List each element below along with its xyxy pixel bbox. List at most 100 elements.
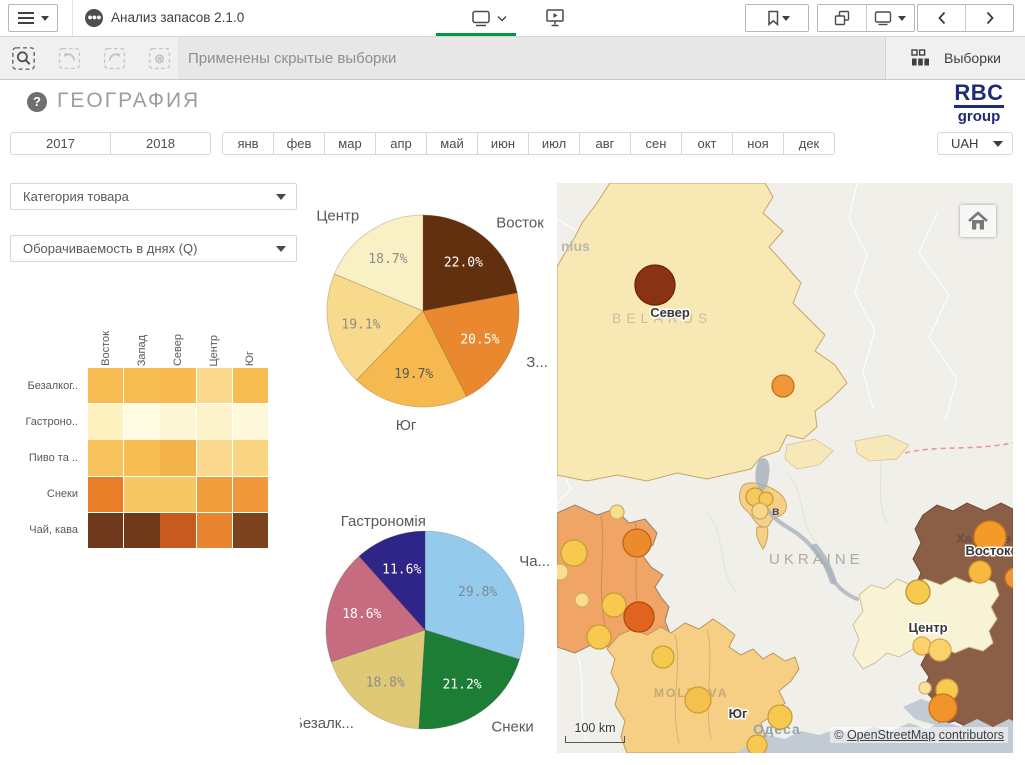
clear-selections-button[interactable]: [147, 46, 172, 71]
heatmap-cell[interactable]: [88, 440, 123, 475]
category-filter-dropdown[interactable]: Категория товара: [10, 183, 297, 210]
heatmap-cell[interactable]: [197, 477, 232, 512]
heatmap-cell[interactable]: [160, 513, 195, 548]
heatmap-cell[interactable]: [233, 368, 268, 403]
heatmap-row-label[interactable]: Снеки: [0, 476, 84, 512]
measure-filter-dropdown[interactable]: Оборачиваемость в днях (Q): [10, 235, 297, 262]
map-data-bubble[interactable]: [685, 687, 711, 713]
month-button-авг[interactable]: авг: [580, 133, 631, 154]
heatmap-row-label[interactable]: Чай, кава: [0, 512, 84, 548]
pie-percent-label: 19.7%: [394, 367, 433, 382]
map-data-bubble[interactable]: [561, 540, 587, 566]
sheet-view-button[interactable]: [464, 6, 514, 30]
heatmap-cell[interactable]: [124, 368, 159, 403]
sheet-list-button[interactable]: [867, 5, 915, 31]
heatmap-column-label[interactable]: Юг: [232, 318, 268, 366]
heatmap-cell[interactable]: [88, 404, 123, 439]
heatmap-cell[interactable]: [233, 440, 268, 475]
heatmap-row-label[interactable]: Гастроно..: [0, 404, 84, 440]
year-button-2018[interactable]: 2018: [111, 133, 210, 154]
month-button-июн[interactable]: июн: [478, 133, 529, 154]
heatmap-column-label[interactable]: Центр: [196, 318, 232, 366]
month-button-ноя[interactable]: ноя: [733, 133, 784, 154]
chevron-down-icon: [276, 246, 286, 252]
map-home-button[interactable]: [960, 205, 996, 237]
month-button-апр[interactable]: апр: [376, 133, 427, 154]
next-sheet-button[interactable]: [966, 5, 1013, 31]
heatmap-cell[interactable]: [88, 513, 123, 548]
map-data-bubble[interactable]: [587, 625, 611, 649]
regions-pie-chart[interactable]: 22.0%Восток20.5%З...19.7%Юг19.1%18.7%Цен…: [300, 198, 556, 434]
heatmap-cell[interactable]: [124, 477, 159, 512]
bookmarks-button[interactable]: [745, 4, 809, 32]
map-data-bubble[interactable]: [635, 265, 675, 305]
categories-pie-chart[interactable]: 29.8%Ча...21.2%Снеки18.8%Безалк...18.6%1…: [300, 508, 556, 754]
sheet-navigation-group: [917, 4, 1014, 32]
month-button-дек[interactable]: дек: [784, 133, 834, 154]
month-button-май[interactable]: май: [427, 133, 478, 154]
heatmap-cell[interactable]: [160, 368, 195, 403]
map-data-bubble[interactable]: [557, 564, 568, 580]
heatmap-cell[interactable]: [160, 440, 195, 475]
map-chart[interactable]: niusBELARUSUKRAINEMOLDOVAОдесаХавв Север…: [557, 183, 1013, 753]
global-menu-button[interactable]: [8, 4, 58, 32]
heatmap-column-label[interactable]: Север: [160, 318, 196, 366]
map-region-north[interactable]: [557, 183, 847, 481]
presentation-mode-button[interactable]: [544, 7, 566, 29]
heatmap-cell[interactable]: [233, 477, 268, 512]
osm-link[interactable]: OpenStreetMap: [847, 728, 935, 742]
map-data-bubble[interactable]: [575, 593, 589, 607]
map-data-bubble[interactable]: [602, 593, 626, 617]
map-data-bubble[interactable]: [747, 735, 767, 753]
heatmap-row-label[interactable]: Пиво та ..: [0, 440, 84, 476]
previous-sheet-button[interactable]: [918, 5, 965, 31]
heatmap-cell[interactable]: [197, 440, 232, 475]
heatmap-cell[interactable]: [124, 404, 159, 439]
map-region-west[interactable]: [557, 505, 669, 653]
smart-search-button[interactable]: [10, 45, 37, 72]
month-button-июл[interactable]: июл: [529, 133, 580, 154]
map-data-bubble[interactable]: [913, 637, 931, 655]
heatmap-cell[interactable]: [88, 477, 123, 512]
map-data-bubble[interactable]: [768, 705, 792, 729]
map-data-bubble[interactable]: [610, 505, 624, 519]
month-button-янв[interactable]: янв: [223, 133, 274, 154]
map-data-bubble[interactable]: [929, 694, 957, 722]
map-data-bubble[interactable]: [752, 503, 768, 519]
map-data-bubble[interactable]: [652, 646, 674, 668]
currency-select[interactable]: UAH: [937, 132, 1013, 155]
month-button-фев[interactable]: фев: [274, 133, 325, 154]
heatmap-cell[interactable]: [160, 477, 195, 512]
heatmap-column-label[interactable]: Запад: [124, 318, 160, 366]
heatmap-cell[interactable]: [88, 368, 123, 403]
heatmap-cell[interactable]: [197, 368, 232, 403]
duplicate-sheet-button[interactable]: [818, 5, 866, 31]
heatmap-cell[interactable]: [124, 513, 159, 548]
map-data-bubble[interactable]: [969, 561, 991, 583]
heatmap-cell[interactable]: [197, 404, 232, 439]
heatmap-cell[interactable]: [197, 513, 232, 548]
map-data-bubble[interactable]: [772, 375, 794, 397]
month-button-сен[interactable]: сен: [631, 133, 682, 154]
heatmap-cell[interactable]: [160, 404, 195, 439]
map-data-bubble[interactable]: [919, 682, 931, 694]
redo-selection-button[interactable]: [102, 46, 127, 71]
selections-tool-button[interactable]: Выборки: [885, 37, 1025, 79]
map-data-bubble[interactable]: [929, 639, 951, 661]
app-title: Анализ запасов 2.1.0: [111, 10, 244, 25]
month-button-окт[interactable]: окт: [682, 133, 733, 154]
undo-selection-button[interactable]: [57, 46, 82, 71]
month-button-мар[interactable]: мар: [325, 133, 376, 154]
heatmap-column-label[interactable]: Восток: [88, 318, 124, 366]
selections-label: Выборки: [944, 50, 1001, 66]
help-icon[interactable]: ?: [27, 92, 47, 112]
year-button-2017[interactable]: 2017: [11, 133, 111, 154]
heatmap-cell[interactable]: [233, 404, 268, 439]
map-data-bubble[interactable]: [906, 580, 930, 604]
map-data-bubble[interactable]: [624, 602, 654, 632]
contributors-link[interactable]: contributors: [939, 728, 1004, 742]
map-data-bubble[interactable]: [623, 529, 651, 557]
heatmap-cell[interactable]: [124, 440, 159, 475]
heatmap-cell[interactable]: [233, 513, 268, 548]
heatmap-row-label[interactable]: Безалког..: [0, 368, 84, 404]
